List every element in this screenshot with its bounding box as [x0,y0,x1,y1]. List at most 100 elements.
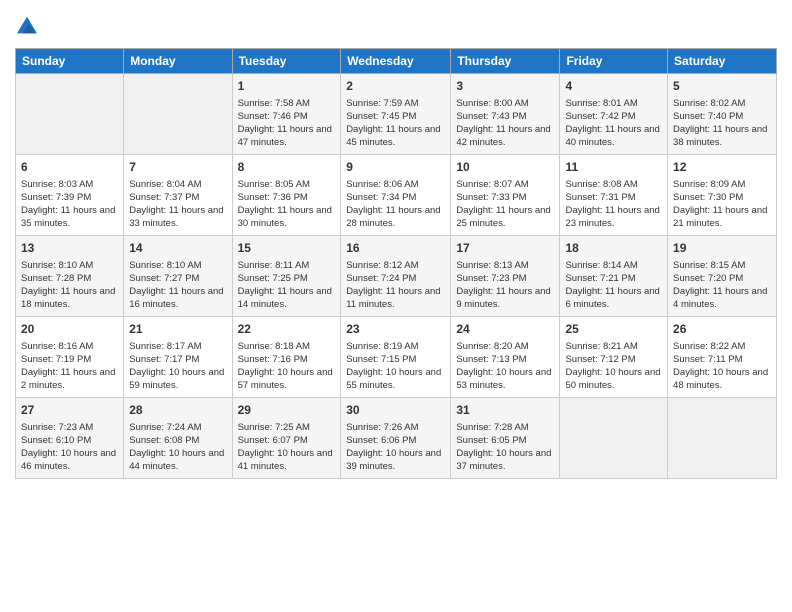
sunset-text: Sunset: 7:43 PM [456,110,554,123]
sunrise-text: Sunrise: 8:08 AM [565,178,662,191]
daylight-text: Daylight: 10 hours and 57 minutes. [238,366,336,393]
sunset-text: Sunset: 7:15 PM [346,353,445,366]
daylight-text: Daylight: 11 hours and 2 minutes. [21,366,118,393]
sunrise-text: Sunrise: 8:11 AM [238,259,336,272]
sunrise-text: Sunrise: 7:25 AM [238,421,336,434]
sunset-text: Sunset: 7:21 PM [565,272,662,285]
sunrise-text: Sunrise: 8:07 AM [456,178,554,191]
sunset-text: Sunset: 7:30 PM [673,191,771,204]
daylight-text: Daylight: 10 hours and 55 minutes. [346,366,445,393]
daylight-text: Daylight: 11 hours and 38 minutes. [673,123,771,150]
day-cell: 9Sunrise: 8:06 AMSunset: 7:34 PMDaylight… [341,154,451,235]
day-number: 4 [565,78,662,95]
sunset-text: Sunset: 7:23 PM [456,272,554,285]
sunrise-text: Sunrise: 8:10 AM [21,259,118,272]
sunrise-text: Sunrise: 8:16 AM [21,340,118,353]
sunrise-text: Sunrise: 7:59 AM [346,97,445,110]
day-number: 12 [673,159,771,176]
day-cell: 13Sunrise: 8:10 AMSunset: 7:28 PMDayligh… [16,235,124,316]
header-cell-monday: Monday [124,48,232,73]
day-cell: 3Sunrise: 8:00 AMSunset: 7:43 PMDaylight… [451,73,560,154]
day-cell: 16Sunrise: 8:12 AMSunset: 7:24 PMDayligh… [341,235,451,316]
day-cell: 28Sunrise: 7:24 AMSunset: 6:08 PMDayligh… [124,397,232,478]
sunrise-text: Sunrise: 8:14 AM [565,259,662,272]
day-number: 26 [673,321,771,338]
page-container: SundayMondayTuesdayWednesdayThursdayFrid… [0,0,792,489]
day-cell: 5Sunrise: 8:02 AMSunset: 7:40 PMDaylight… [668,73,777,154]
day-cell: 10Sunrise: 8:07 AMSunset: 7:33 PMDayligh… [451,154,560,235]
day-cell: 21Sunrise: 8:17 AMSunset: 7:17 PMDayligh… [124,316,232,397]
day-number: 16 [346,240,445,257]
sunset-text: Sunset: 7:45 PM [346,110,445,123]
header-cell-wednesday: Wednesday [341,48,451,73]
day-number: 6 [21,159,118,176]
day-cell [124,73,232,154]
sunset-text: Sunset: 6:06 PM [346,434,445,447]
week-row-5: 27Sunrise: 7:23 AMSunset: 6:10 PMDayligh… [16,397,777,478]
day-number: 5 [673,78,771,95]
day-cell: 4Sunrise: 8:01 AMSunset: 7:42 PMDaylight… [560,73,668,154]
sunset-text: Sunset: 7:25 PM [238,272,336,285]
day-cell [668,397,777,478]
daylight-text: Daylight: 11 hours and 35 minutes. [21,204,118,231]
sunrise-text: Sunrise: 7:23 AM [21,421,118,434]
sunrise-text: Sunrise: 8:00 AM [456,97,554,110]
day-cell: 8Sunrise: 8:05 AMSunset: 7:36 PMDaylight… [232,154,341,235]
day-number: 2 [346,78,445,95]
day-cell: 23Sunrise: 8:19 AMSunset: 7:15 PMDayligh… [341,316,451,397]
sunrise-text: Sunrise: 8:18 AM [238,340,336,353]
day-number: 19 [673,240,771,257]
sunrise-text: Sunrise: 7:58 AM [238,97,336,110]
day-cell: 24Sunrise: 8:20 AMSunset: 7:13 PMDayligh… [451,316,560,397]
daylight-text: Daylight: 11 hours and 4 minutes. [673,285,771,312]
day-number: 20 [21,321,118,338]
daylight-text: Daylight: 10 hours and 59 minutes. [129,366,226,393]
day-cell: 27Sunrise: 7:23 AMSunset: 6:10 PMDayligh… [16,397,124,478]
day-cell: 26Sunrise: 8:22 AMSunset: 7:11 PMDayligh… [668,316,777,397]
daylight-text: Daylight: 10 hours and 37 minutes. [456,447,554,474]
sunrise-text: Sunrise: 8:15 AM [673,259,771,272]
header-cell-thursday: Thursday [451,48,560,73]
day-number: 21 [129,321,226,338]
sunset-text: Sunset: 7:33 PM [456,191,554,204]
day-number: 1 [238,78,336,95]
day-number: 15 [238,240,336,257]
sunrise-text: Sunrise: 8:12 AM [346,259,445,272]
day-cell: 31Sunrise: 7:28 AMSunset: 6:05 PMDayligh… [451,397,560,478]
daylight-text: Daylight: 10 hours and 53 minutes. [456,366,554,393]
day-number: 3 [456,78,554,95]
daylight-text: Daylight: 10 hours and 50 minutes. [565,366,662,393]
header-cell-saturday: Saturday [668,48,777,73]
sunset-text: Sunset: 6:08 PM [129,434,226,447]
day-cell: 30 Sunrise: 7:26 AMSunset: 6:06 PMDayligh… [341,397,451,478]
day-number: 23 [346,321,445,338]
daylight-text: Daylight: 10 hours and 39 minutes. [346,447,445,474]
header-cell-sunday: Sunday [16,48,124,73]
day-cell: 11Sunrise: 8:08 AMSunset: 7:31 PMDayligh… [560,154,668,235]
sunset-text: Sunset: 7:13 PM [456,353,554,366]
day-cell: 2Sunrise: 7:59 AMSunset: 7:45 PMDaylight… [341,73,451,154]
daylight-text: Daylight: 11 hours and 33 minutes. [129,204,226,231]
day-cell: 29Sunrise: 7:25 AMSunset: 6:07 PMDayligh… [232,397,341,478]
sunset-text: Sunset: 7:24 PM [346,272,445,285]
sunset-text: Sunset: 7:20 PM [673,272,771,285]
day-number: 17 [456,240,554,257]
logo-icon [17,15,37,35]
day-cell: 22Sunrise: 8:18 AMSunset: 7:16 PMDayligh… [232,316,341,397]
sunrise-text: Sunrise: 7:26 AM [346,421,445,434]
day-number: 9 [346,159,445,176]
sunrise-text: Sunrise: 8:09 AM [673,178,771,191]
day-cell: 19 Sunrise: 8:15 AMSunset: 7:20 PMDayligh… [668,235,777,316]
sunrise-text: Sunrise: 8:06 AM [346,178,445,191]
sunrise-text: Sunrise: 7:28 AM [456,421,554,434]
day-number: 30 [346,402,445,419]
day-number: 27 [21,402,118,419]
day-cell: 25Sunrise: 8:21 AMSunset: 7:12 PMDayligh… [560,316,668,397]
logo-text [15,15,37,40]
day-number: 10 [456,159,554,176]
daylight-text: Daylight: 10 hours and 48 minutes. [673,366,771,393]
header-cell-friday: Friday [560,48,668,73]
daylight-text: Daylight: 10 hours and 44 minutes. [129,447,226,474]
sunset-text: Sunset: 7:11 PM [673,353,771,366]
sunset-text: Sunset: 6:05 PM [456,434,554,447]
